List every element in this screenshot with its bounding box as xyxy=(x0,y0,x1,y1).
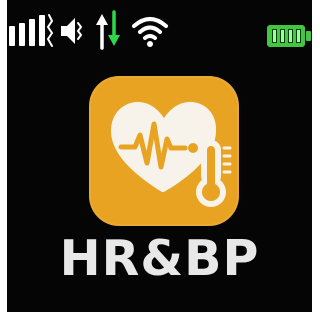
signal-strength-icon xyxy=(9,14,54,47)
app-label[interactable]: HR&BP xyxy=(7,231,312,287)
wifi-icon xyxy=(132,17,168,47)
status-bar xyxy=(7,0,312,60)
battery-icon xyxy=(267,25,311,47)
mobile-data-icon xyxy=(96,10,120,50)
heart-rate-thermometer-icon xyxy=(111,101,232,207)
volume-icon xyxy=(61,18,83,44)
watch-screen: HR&BP xyxy=(7,0,312,312)
hr-bp-app-icon[interactable] xyxy=(89,76,239,226)
